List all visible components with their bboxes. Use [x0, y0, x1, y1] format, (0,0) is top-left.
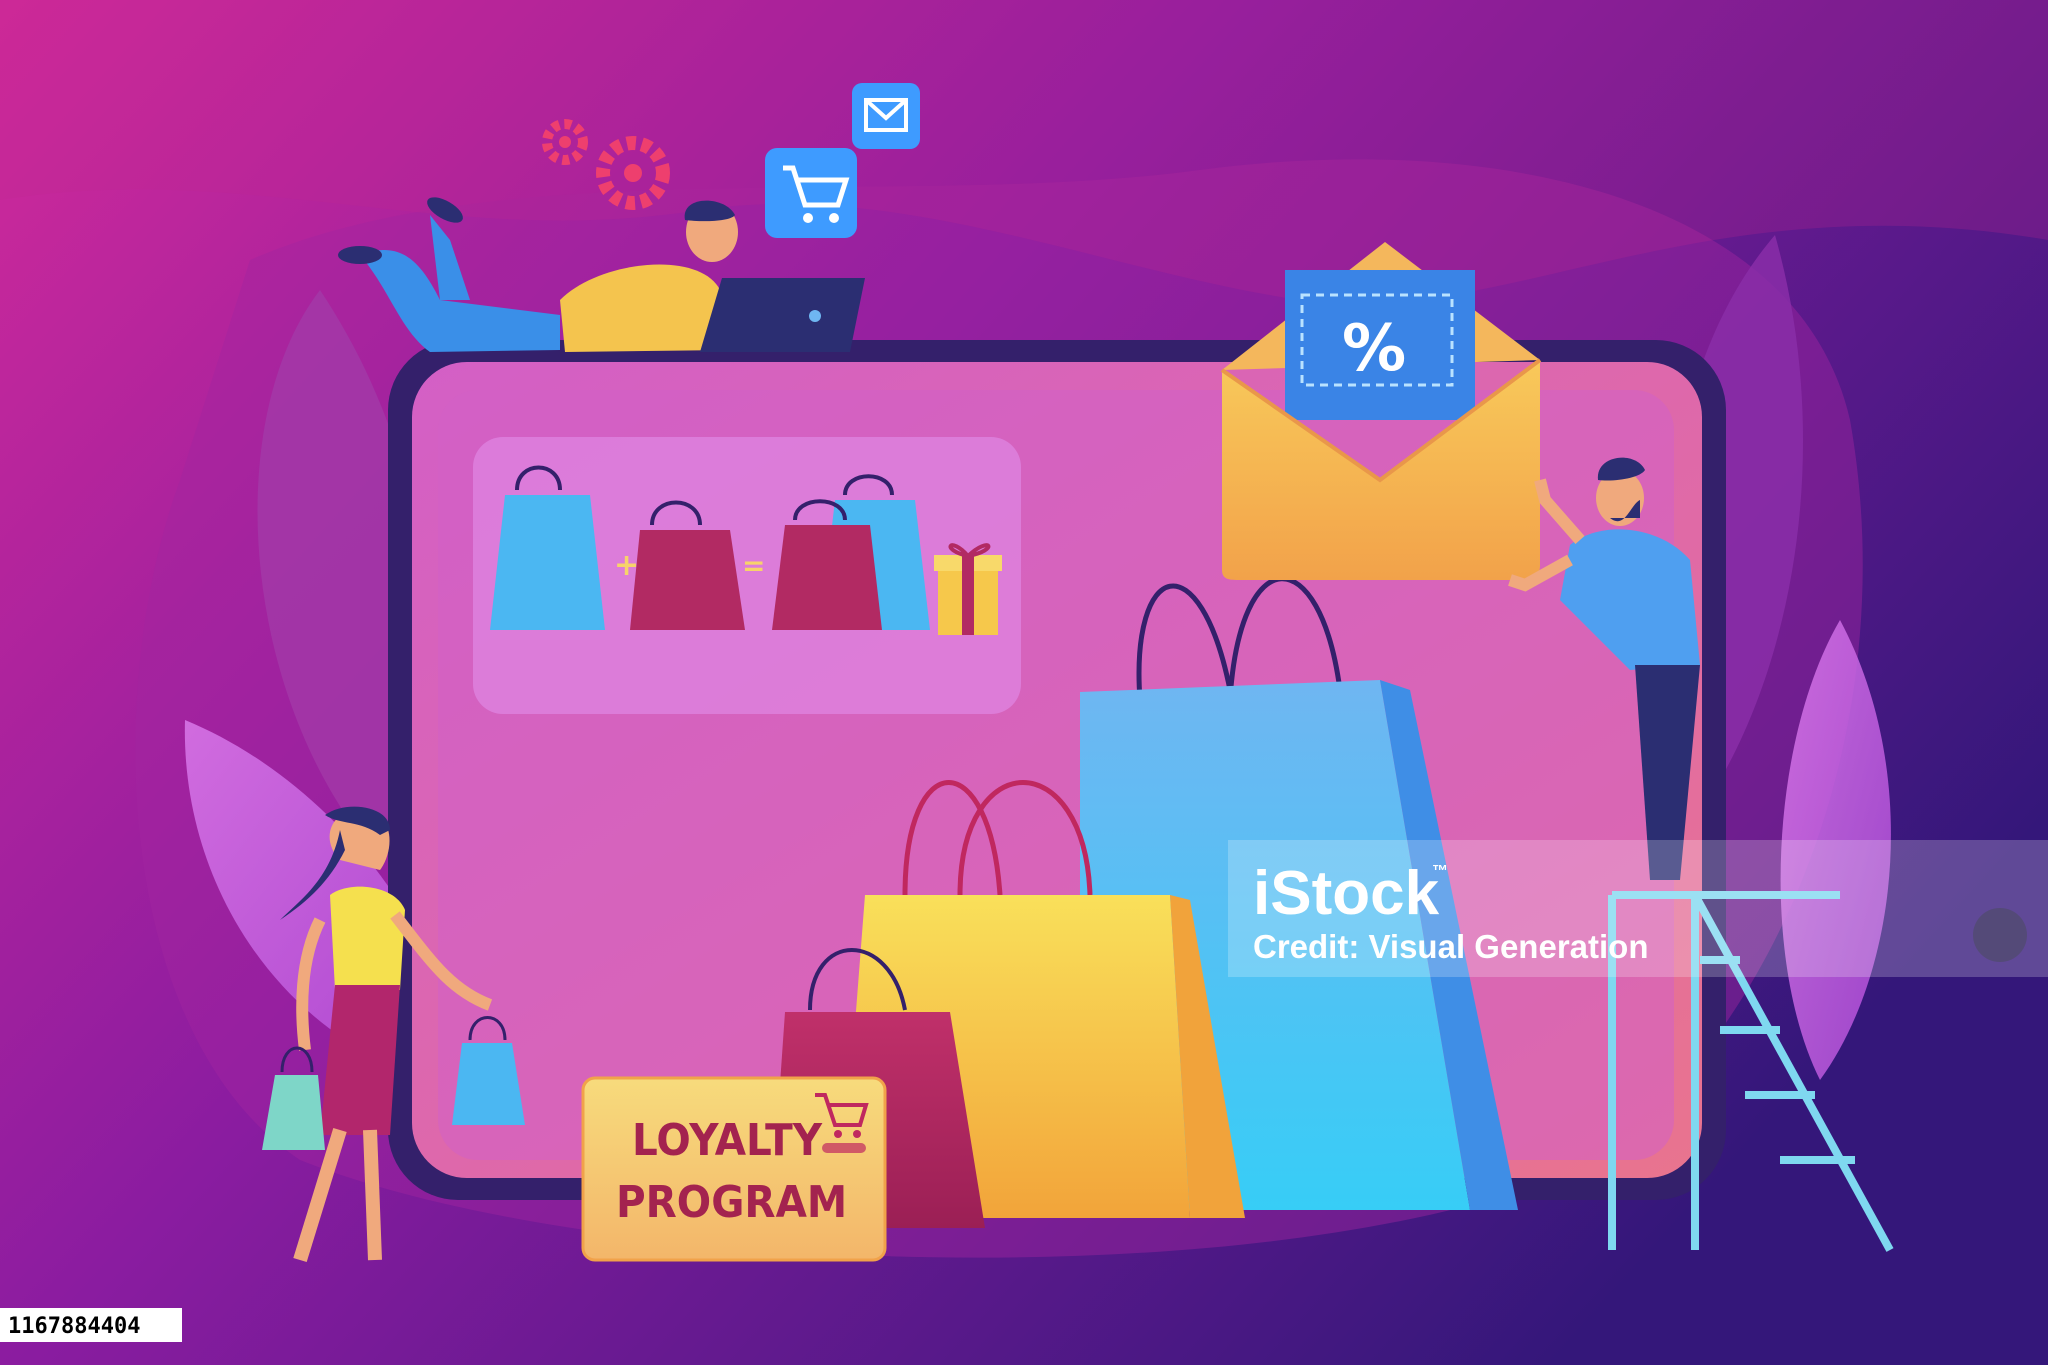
shopping-cart-app-icon — [765, 148, 857, 238]
loyalty-card-line1: LOYALTY — [632, 1114, 823, 1165]
watermark-credit: Credit: Visual Generation — [1253, 928, 1648, 965]
gift-box-icon — [934, 543, 1002, 635]
watermark-badge — [1973, 908, 2027, 962]
panel-equals-sign: = — [742, 549, 765, 582]
image-id-label: 1167884404 — [8, 1314, 140, 1339]
watermark-trademark: ™ — [1432, 863, 1448, 880]
mail-app-icon — [852, 83, 920, 149]
watermark-brand: iStock — [1253, 859, 1440, 928]
loyalty-card-line2: PROGRAM — [616, 1176, 847, 1227]
coupon-percent-label: % — [1342, 312, 1406, 386]
illustration-scene: + = LOYALTY PROGRAM % iStock ™ Credit: V… — [0, 0, 2048, 1365]
